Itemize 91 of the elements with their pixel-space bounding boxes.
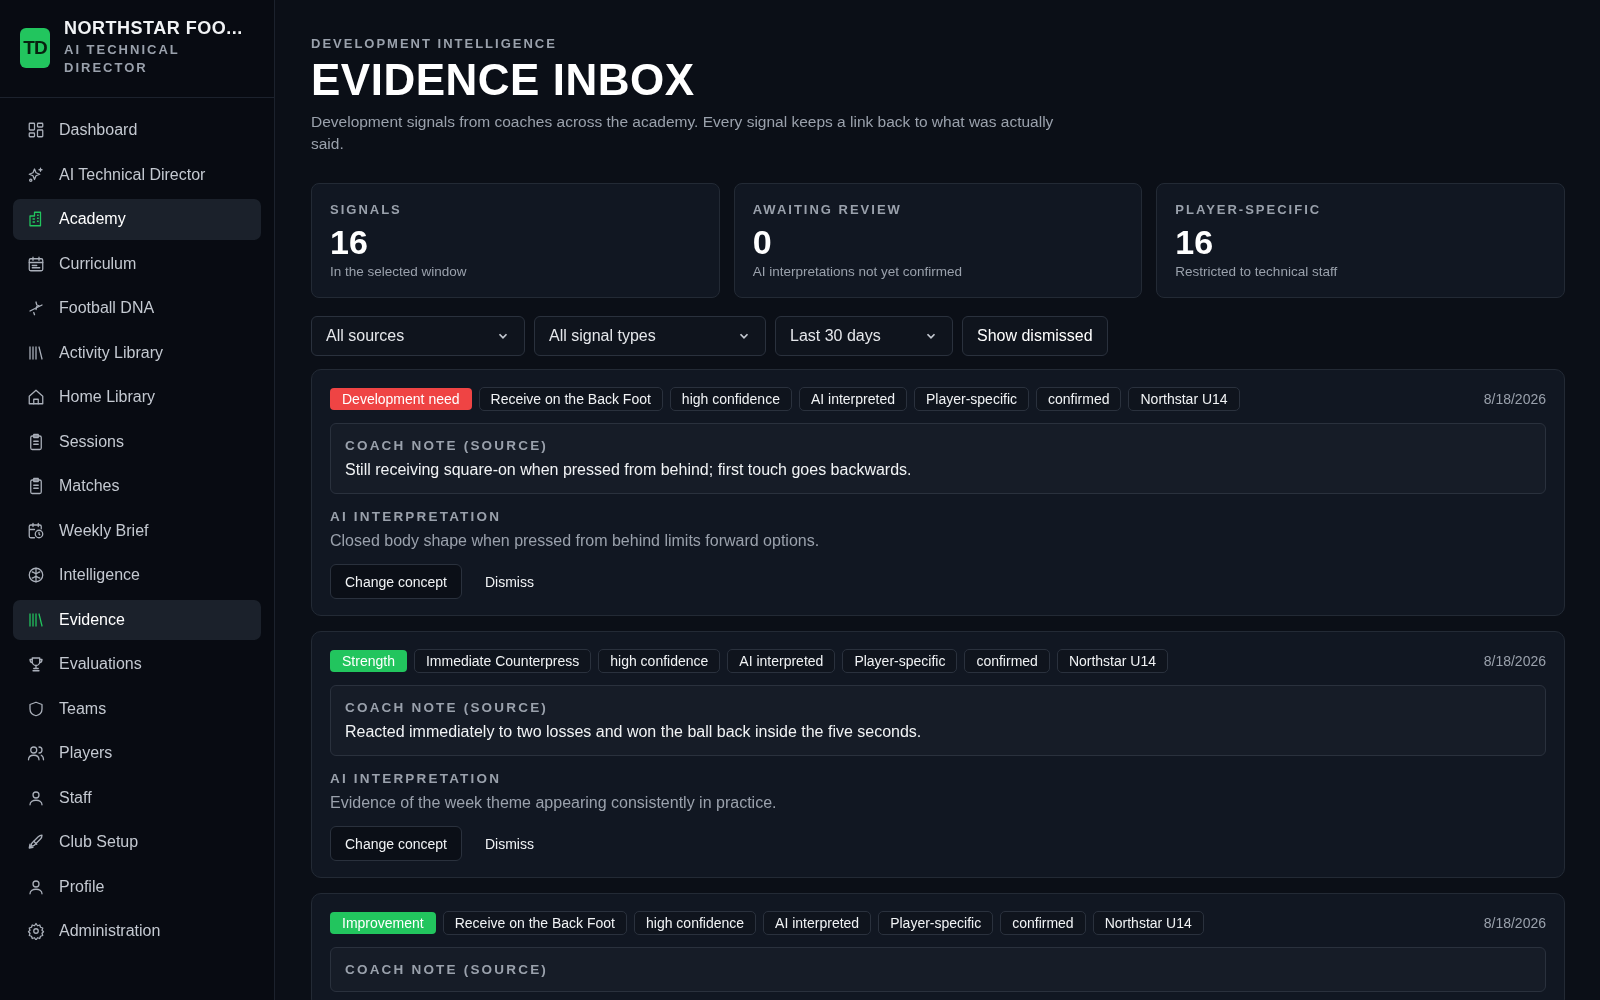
signal-tag: Receive on the Back Foot — [478, 387, 663, 411]
dismiss-button[interactable]: Dismiss — [469, 564, 549, 599]
nav-icon — [27, 432, 45, 451]
stat-value: 0 — [752, 223, 773, 262]
sidebar-item[interactable]: Academy — [13, 199, 261, 240]
sidebar-item[interactable]: Activity Library — [13, 332, 261, 373]
ai-interpretation-text: Evidence of the week theme appearing consistently in practice. — [330, 794, 778, 812]
sidebar-item[interactable]: Football DNA — [13, 288, 261, 329]
sidebar-item[interactable]: Matches — [13, 466, 261, 507]
signal-date: 8/18/2026 — [1483, 653, 1546, 669]
change-concept-button[interactable]: Change concept — [330, 826, 462, 861]
app-logo: TD — [20, 28, 50, 68]
page-eyebrow: DEVELOPMENT INTELLIGENCE — [311, 36, 558, 51]
stat-label: SIGNALS — [330, 202, 403, 217]
nav-icon — [27, 877, 45, 896]
signal-tag: Player-specific — [842, 649, 958, 673]
nav-icon — [27, 165, 45, 184]
ai-interpretation-label: AI INTERPRETATION — [330, 771, 503, 786]
signal-tag: AI interpreted — [763, 911, 872, 935]
nav-icon — [27, 699, 45, 718]
change-concept-button[interactable]: Change concept — [330, 564, 462, 599]
signal-tag: confirmed — [1000, 911, 1086, 935]
coach-note-text: Still receiving square-on when pressed from behind; first touch goes backwards. — [345, 461, 913, 479]
signal-tag: confirmed — [964, 649, 1050, 673]
nav-icon — [27, 388, 45, 407]
sidebar-item[interactable]: Evidence — [13, 599, 261, 640]
coach-note-label: COACH NOTE (SOURCE) — [345, 438, 550, 453]
signal-tag: Receive on the Back Foot — [442, 911, 627, 935]
sidebar-item[interactable]: Dashboard — [13, 110, 261, 151]
stat-value: 16 — [1175, 223, 1215, 262]
stat-label: PLAYER-SPECIFIC — [1175, 202, 1323, 217]
nav-icon — [27, 521, 45, 540]
signal-date: 8/18/2026 — [1483, 915, 1546, 931]
nav-icon — [27, 566, 45, 585]
signal-tag: high confidence — [598, 649, 721, 673]
dismiss-button[interactable]: Dismiss — [469, 826, 549, 861]
sidebar-item[interactable]: Teams — [13, 688, 261, 729]
sidebar-item[interactable]: Players — [13, 733, 261, 774]
signal-tag: Immediate Counterpress — [413, 649, 592, 673]
stat-caption: In the selected window — [330, 264, 468, 279]
filter-dropdown[interactable]: Last 30 days — [775, 316, 953, 356]
sidebar-item[interactable]: Staff — [13, 777, 261, 818]
signal-tag: confirmed — [1036, 387, 1122, 411]
sidebar-item[interactable]: Evaluations — [13, 644, 261, 685]
signal-type-tag: Development need — [330, 388, 472, 410]
nav-icon — [27, 922, 45, 941]
club-name: NORTHSTAR FOO... — [64, 18, 243, 39]
app-subtitle: AI TECHNICAL DIRECTOR — [64, 41, 181, 77]
page-description: Development signals from coaches across the academy. Every signal keeps a link back to what was actually said. — [311, 112, 1055, 154]
coach-note-text: Reacted immediately to two losses and won the ball back inside the five seconds. — [345, 723, 923, 741]
nav-icon — [27, 299, 45, 318]
stat-value: 16 — [330, 223, 369, 262]
nav-icon — [27, 655, 45, 674]
sidebar-item[interactable]: Administration — [13, 911, 261, 952]
signal-tag: Northstar U14 — [1092, 911, 1204, 935]
signal-tag: Northstar U14 — [1056, 649, 1169, 673]
signal-date: 8/18/2026 — [1483, 391, 1546, 407]
filter-dropdown[interactable]: All sources — [311, 316, 525, 356]
signal-type-tag: Improvement — [330, 912, 436, 934]
ai-interpretation-text: Closed body shape when pressed from behind limits forward options. — [330, 532, 821, 550]
signal-tag: high confidence — [669, 387, 792, 411]
signal-type-tag: Strength — [330, 650, 407, 672]
coach-note-label: COACH NOTE (SOURCE) — [345, 962, 550, 977]
sidebar-item[interactable]: AI Technical Director — [13, 154, 261, 195]
signal-tag: AI interpreted — [798, 387, 907, 411]
sidebar-item[interactable]: Club Setup — [13, 822, 261, 863]
signal-tag: AI interpreted — [727, 649, 836, 673]
signal-tag: high confidence — [634, 911, 757, 935]
nav-icon — [27, 788, 45, 807]
signal-tag: Player-specific — [878, 911, 994, 935]
page-title: EVIDENCE INBOX — [311, 55, 696, 105]
stat-label: AWAITING REVIEW — [752, 202, 903, 217]
ai-interpretation-label: AI INTERPRETATION — [330, 509, 503, 524]
nav-icon — [27, 833, 45, 852]
signal-tag: Player-specific — [914, 387, 1029, 411]
nav-icon — [27, 477, 45, 496]
signal-tag: Northstar U14 — [1128, 387, 1240, 411]
sidebar-item[interactable]: Intelligence — [13, 555, 261, 596]
nav-icon — [27, 121, 45, 140]
coach-note-label: COACH NOTE (SOURCE) — [345, 700, 550, 715]
sidebar-item[interactable]: Weekly Brief — [13, 510, 261, 551]
show-dismissed-button[interactable]: Show dismissed — [962, 316, 1108, 356]
stat-caption: AI interpretations not yet confirmed — [752, 264, 963, 279]
sidebar-item[interactable]: Home Library — [13, 377, 261, 418]
filter-dropdown[interactable]: All signal types — [534, 316, 766, 356]
sidebar-item[interactable]: Curriculum — [13, 243, 261, 284]
nav-icon — [27, 744, 45, 763]
sidebar-item[interactable]: Profile — [13, 866, 261, 907]
stat-caption: Restricted to technical staff — [1175, 264, 1339, 279]
nav-icon — [27, 254, 45, 273]
sidebar-item[interactable]: Sessions — [13, 421, 261, 462]
